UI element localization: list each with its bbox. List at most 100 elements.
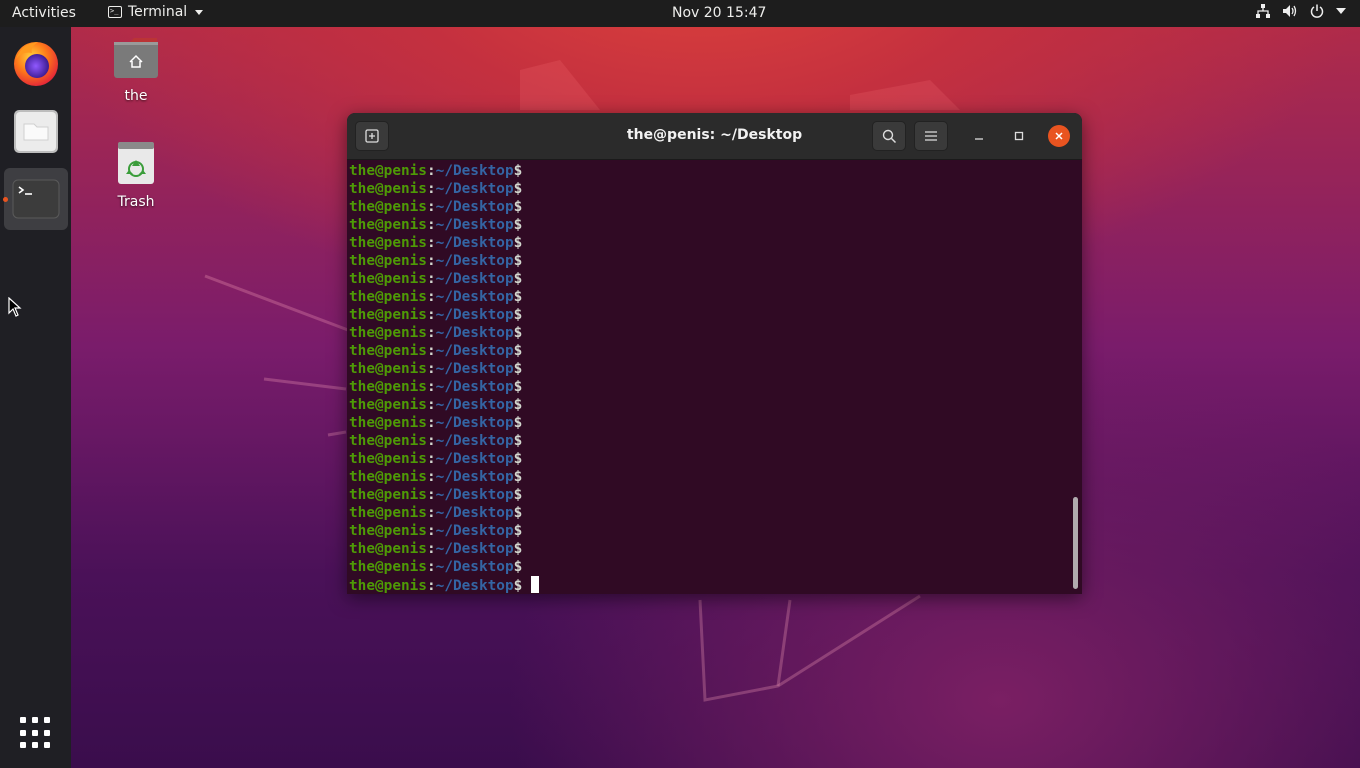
text-cursor xyxy=(531,576,540,593)
running-indicator xyxy=(3,197,8,202)
search-icon xyxy=(882,129,896,143)
prompt-symbol: $ xyxy=(513,181,523,197)
terminal-line: the@penis:~/Desktop$ xyxy=(349,324,1069,342)
minimize-button[interactable] xyxy=(968,125,990,147)
prompt-user: the@penis xyxy=(349,253,427,269)
prompt-path: ~/Desktop xyxy=(435,469,514,485)
terminal-line: the@penis:~/Desktop$ xyxy=(349,432,1069,450)
terminal-line: the@penis:~/Desktop$ xyxy=(349,198,1069,216)
prompt-path: ~/Desktop xyxy=(435,253,514,269)
maximize-button[interactable] xyxy=(1008,125,1030,147)
prompt-user: the@penis xyxy=(349,163,427,179)
activities-button[interactable]: Activities xyxy=(12,5,76,21)
home-folder-icon xyxy=(114,38,158,78)
prompt-colon: : xyxy=(426,505,436,521)
prompt-path: ~/Desktop xyxy=(435,163,514,179)
prompt-colon: : xyxy=(426,217,436,233)
prompt-symbol: $ xyxy=(513,541,523,557)
prompt-symbol: $ xyxy=(513,199,523,215)
apps-grid-icon[interactable] xyxy=(20,717,52,749)
trash-icon xyxy=(118,142,154,184)
prompt-user: the@penis xyxy=(349,235,427,251)
terminal-line: the@penis:~/Desktop$ xyxy=(349,414,1069,432)
terminal-line: the@penis:~/Desktop$ xyxy=(349,342,1069,360)
prompt-colon: : xyxy=(426,361,436,377)
prompt-path: ~/Desktop xyxy=(435,541,514,557)
desktop-icon-home[interactable]: the xyxy=(96,36,176,104)
terminal-line: the@penis:~/Desktop$ xyxy=(349,270,1069,288)
terminal-output[interactable]: the@penis:~/Desktop$ the@penis:~/Desktop$… xyxy=(349,162,1069,594)
prompt-symbol: $ xyxy=(513,415,523,431)
menu-button[interactable] xyxy=(914,121,948,151)
prompt-symbol: $ xyxy=(513,307,523,323)
prompt-symbol: $ xyxy=(513,523,523,539)
terminal-line: the@penis:~/Desktop$ xyxy=(349,576,1069,594)
prompt-colon: : xyxy=(426,253,436,269)
search-button[interactable] xyxy=(872,121,906,151)
terminal-line: the@penis:~/Desktop$ xyxy=(349,180,1069,198)
prompt-path: ~/Desktop xyxy=(435,578,514,594)
terminal-headerbar[interactable]: the@penis: ~/Desktop xyxy=(347,113,1082,160)
prompt-path: ~/Desktop xyxy=(435,415,514,431)
prompt-path: ~/Desktop xyxy=(435,559,514,575)
system-tray[interactable] xyxy=(1256,4,1346,18)
terminal-line: the@penis:~/Desktop$ xyxy=(349,378,1069,396)
prompt-symbol: $ xyxy=(513,379,523,395)
clock[interactable]: Nov 20 15:47 xyxy=(672,5,766,21)
prompt-colon: : xyxy=(426,541,436,557)
terminal-line: the@penis:~/Desktop$ xyxy=(349,522,1069,540)
dock-item-files[interactable] xyxy=(4,100,68,162)
terminal-line: the@penis:~/Desktop$ xyxy=(349,216,1069,234)
network-icon[interactable] xyxy=(1256,4,1270,18)
prompt-symbol: $ xyxy=(513,433,523,449)
prompt-path: ~/Desktop xyxy=(435,325,514,341)
prompt-path: ~/Desktop xyxy=(435,451,514,467)
prompt-user: the@penis xyxy=(349,469,427,485)
prompt-colon: : xyxy=(426,289,436,305)
terminal-line: the@penis:~/Desktop$ xyxy=(349,306,1069,324)
prompt-symbol: $ xyxy=(513,397,523,413)
prompt-user: the@penis xyxy=(349,397,427,413)
prompt-symbol: $ xyxy=(513,505,523,521)
prompt-symbol: $ xyxy=(513,343,523,359)
terminal-line: the@penis:~/Desktop$ xyxy=(349,504,1069,522)
prompt-path: ~/Desktop xyxy=(435,523,514,539)
terminal-line: the@penis:~/Desktop$ xyxy=(349,162,1069,180)
prompt-symbol: $ xyxy=(513,217,523,233)
prompt-colon: : xyxy=(426,181,436,197)
dock-item-terminal[interactable] xyxy=(3,168,68,230)
hamburger-menu-icon xyxy=(925,131,937,141)
top-bar: Activities >_ Terminal Nov 20 15:47 xyxy=(0,0,1360,27)
prompt-colon: : xyxy=(426,163,436,179)
prompt-path: ~/Desktop xyxy=(435,181,514,197)
prompt-path: ~/Desktop xyxy=(435,433,514,449)
terminal-line: the@penis:~/Desktop$ xyxy=(349,450,1069,468)
terminal-window[interactable]: the@penis: ~/Desktop the@penis:~/Desktop… xyxy=(347,113,1082,594)
prompt-colon: : xyxy=(426,469,436,485)
terminal-line: the@penis:~/Desktop$ xyxy=(349,396,1069,414)
prompt-colon: : xyxy=(426,271,436,287)
prompt-symbol: $ xyxy=(513,451,523,467)
prompt-user: the@penis xyxy=(349,343,427,359)
prompt-path: ~/Desktop xyxy=(435,379,514,395)
power-icon[interactable] xyxy=(1310,4,1324,18)
prompt-user: the@penis xyxy=(349,451,427,467)
app-menu[interactable]: >_ Terminal xyxy=(108,4,204,20)
close-button[interactable] xyxy=(1048,125,1070,147)
prompt-user: the@penis xyxy=(349,541,427,557)
dock-item-firefox[interactable] xyxy=(4,33,68,95)
close-icon xyxy=(1055,132,1063,140)
scrollbar-thumb[interactable] xyxy=(1073,497,1078,589)
prompt-symbol: $ xyxy=(513,271,523,287)
prompt-user: the@penis xyxy=(349,433,427,449)
prompt-colon: : xyxy=(426,397,436,413)
prompt-path: ~/Desktop xyxy=(435,397,514,413)
system-menu-caret[interactable] xyxy=(1336,7,1346,15)
prompt-colon: : xyxy=(426,307,436,323)
prompt-colon: : xyxy=(426,343,436,359)
prompt-symbol: $ xyxy=(513,289,523,305)
prompt-path: ~/Desktop xyxy=(435,289,514,305)
desktop-icon-trash[interactable]: Trash xyxy=(96,140,176,210)
volume-icon[interactable] xyxy=(1282,4,1298,18)
prompt-path: ~/Desktop xyxy=(435,361,514,377)
